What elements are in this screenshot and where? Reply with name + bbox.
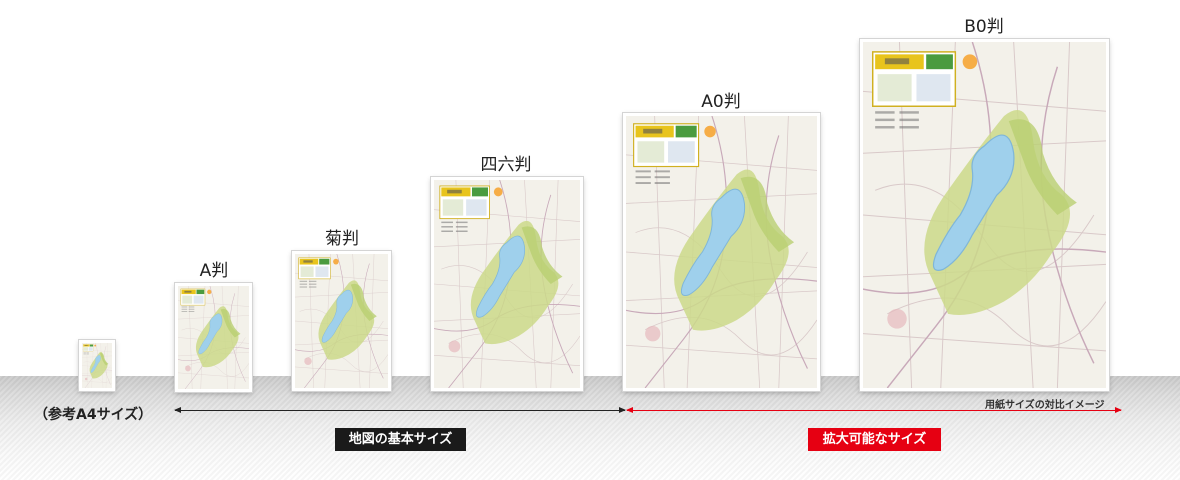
extended-size-badge: 拡大可能なサイズ [808,428,941,451]
reference-a4-label: （参考A4サイズ） [34,407,153,423]
arrow-left-icon [174,407,181,413]
comparison-caption: 用紙サイズの対比イメージ [985,400,1105,411]
map-thumbnail-a0 [623,113,820,391]
map-thumbnail-a4 [79,340,115,391]
arrow-right-icon [1115,407,1122,413]
map-thumbnail-b0 [860,39,1109,391]
map-thumbnail-shiroku [431,177,583,391]
basic-size-badge: 地図の基本サイズ [335,428,466,451]
size-label-kiku: 菊判 [325,229,359,249]
size-label-a0: A0判 [701,92,741,112]
map-thumbnail-kiku [292,251,391,391]
arrow-left-icon [626,407,633,413]
size-label-shiroku: 四六判 [480,155,532,175]
map-thumbnail-a [175,283,252,392]
basic-range-arrow [174,407,626,413]
arrow-right-icon [619,407,626,413]
size-label-a: A判 [199,261,229,281]
size-label-b0: B0判 [964,17,1004,37]
extended-range-arrow [626,407,1122,413]
